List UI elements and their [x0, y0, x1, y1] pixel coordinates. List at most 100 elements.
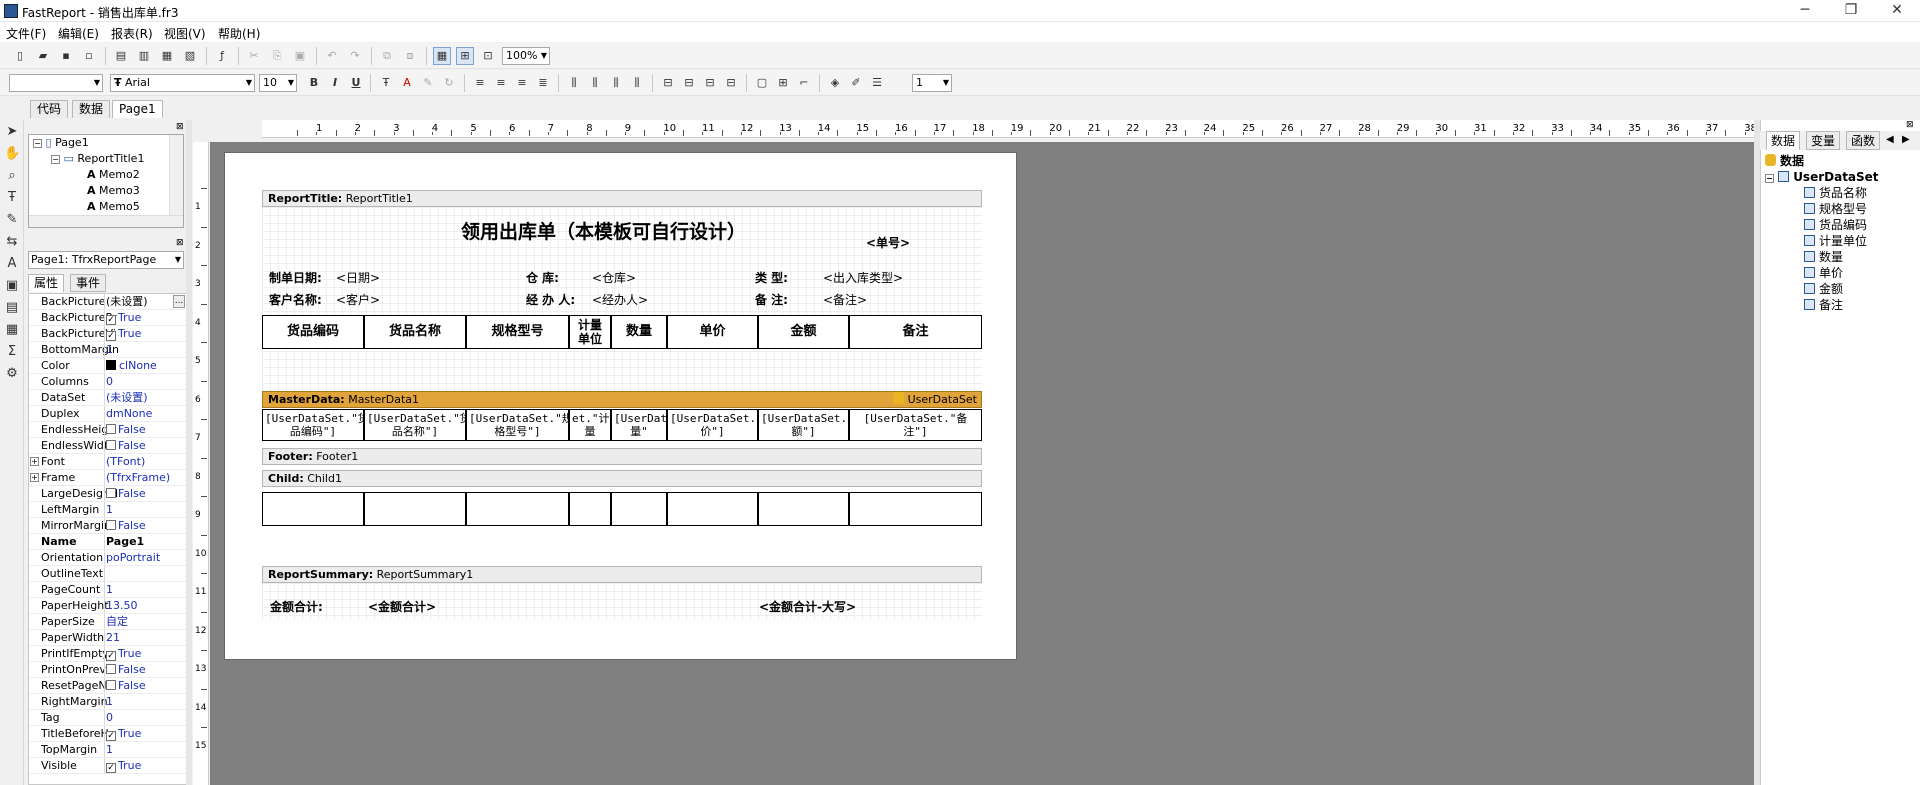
new-page-icon[interactable]: ▤	[112, 47, 130, 65]
data-root[interactable]: 数据	[1765, 153, 1804, 169]
memo-tool-icon[interactable]: A	[4, 256, 20, 272]
tab-data-tree[interactable]: 数据	[1766, 131, 1801, 150]
property-row[interactable]: TitleBeforeHe ✓ True	[29, 726, 187, 742]
tabs-prev-icon[interactable]: ◀	[1886, 134, 1894, 145]
tabs-next-icon[interactable]: ▶	[1902, 134, 1910, 145]
band-header-footer[interactable]: Footer: Footer1	[262, 448, 982, 465]
column-header[interactable]: 货品编码	[262, 315, 364, 349]
menu-help[interactable]: 帮助(H)	[218, 25, 260, 42]
tree-hscrollbar[interactable]	[29, 215, 183, 227]
format-painter-icon[interactable]: ✎	[4, 212, 20, 228]
close-button[interactable]: ✕	[1874, 0, 1920, 22]
data-cell[interactable]: [UserDataSet."货品编码"]	[262, 409, 364, 441]
object-selector[interactable]: Page1: TfrxReportPage ▼	[28, 251, 184, 269]
property-value[interactable]: ✓ True	[106, 646, 186, 661]
hand-tool-icon[interactable]: ✋	[4, 146, 20, 162]
property-row[interactable]: PaperWidth 21	[29, 630, 187, 646]
handler-label[interactable]: 经 办 人:	[526, 291, 575, 308]
property-value[interactable]: False	[106, 486, 186, 501]
doc-number-field[interactable]: <单号>	[866, 234, 910, 251]
checkbox-checked-icon[interactable]: ✓	[106, 651, 116, 661]
align-top-icon[interactable]: ⫼	[565, 74, 583, 92]
open-icon[interactable]: ▰	[34, 47, 52, 65]
page-settings-icon[interactable]: ▧	[181, 47, 199, 65]
dataset-field[interactable]: 货品名称	[1804, 185, 1867, 201]
align-to-grid-icon[interactable]: ⊞	[456, 47, 474, 65]
frame-top-icon[interactable]: ⊟	[659, 74, 677, 92]
property-value[interactable]: False	[106, 662, 186, 677]
child-cell[interactable]	[611, 492, 667, 526]
dataset-field[interactable]: 数量	[1804, 249, 1843, 265]
expand-icon[interactable]: +	[30, 473, 39, 482]
tree-close-icon[interactable]: ⊠	[176, 122, 184, 132]
property-row[interactable]: + Font (TFont)	[29, 454, 187, 470]
dataset-field[interactable]: 计量单位	[1804, 233, 1867, 249]
redo-icon[interactable]: ↷	[346, 47, 364, 65]
menu-file[interactable]: 文件(F)	[6, 25, 46, 42]
property-row[interactable]: PrintOnPrevio False	[29, 662, 187, 678]
band-tool-icon[interactable]: ⇆	[4, 234, 20, 250]
frame-width-combo[interactable]: 1 ▼	[912, 74, 952, 92]
property-value[interactable]: 0	[106, 710, 186, 725]
tab-data[interactable]: 数据	[72, 100, 111, 118]
child-cell[interactable]	[364, 492, 466, 526]
left-splitter[interactable]	[186, 120, 192, 785]
total-uppercase-field[interactable]: <金额合计-大写>	[759, 598, 856, 615]
dataset-field[interactable]: 备注	[1804, 297, 1843, 313]
property-row[interactable]: Duplex dmNone	[29, 406, 187, 422]
property-value[interactable]: clNone	[106, 358, 186, 373]
tree-node[interactable]: − ▭ ReportTitle1	[51, 151, 144, 167]
paste-icon[interactable]: ▣	[291, 47, 309, 65]
property-row[interactable]: LeftMargin 1	[29, 502, 187, 518]
frame-none-icon[interactable]: ⊞	[774, 74, 792, 92]
property-row[interactable]: EndlessWidth False	[29, 438, 187, 454]
column-header[interactable]: 数量	[611, 315, 667, 349]
property-value[interactable]: ✓ True	[106, 726, 186, 741]
panel-close-icon[interactable]: ⊠	[1906, 120, 1914, 130]
cut-icon[interactable]: ✂	[245, 47, 263, 65]
data-cell[interactable]: [UserDataSet."单价"]	[667, 409, 758, 441]
tree-vscrollbar[interactable]	[169, 135, 183, 215]
data-cell[interactable]: [UserDataSet."备注"]	[849, 409, 982, 441]
data-cell[interactable]: [UserDataSet."数量"	[611, 409, 667, 441]
property-row[interactable]: TopMargin 1	[29, 742, 187, 758]
warehouse-label[interactable]: 仓 库:	[526, 269, 559, 286]
remark-field[interactable]: <备注>	[823, 291, 867, 308]
tab-page1[interactable]: Page1	[112, 100, 163, 118]
font-color-icon[interactable]: A	[398, 74, 416, 92]
bold-icon[interactable]: B	[305, 74, 323, 92]
rotation-icon[interactable]: ↻	[440, 74, 458, 92]
undo-icon[interactable]: ↶	[323, 47, 341, 65]
property-row[interactable]: RightMargin 1	[29, 694, 187, 710]
dataset-field[interactable]: 金额	[1804, 281, 1843, 297]
property-value[interactable]: False	[106, 422, 186, 437]
tree-node[interactable]: A Memo2	[87, 167, 140, 183]
menu-report[interactable]: 报表(R)	[111, 25, 153, 42]
data-cell[interactable]: [UserDataSet."规格型号"]	[466, 409, 569, 441]
more-tools-icon[interactable]: ⚙	[4, 366, 20, 382]
warehouse-field[interactable]: <仓库>	[592, 269, 636, 286]
column-header[interactable]: 金额	[758, 315, 849, 349]
inspector-close-icon[interactable]: ⊠	[176, 238, 184, 248]
tab-properties[interactable]: 属性	[28, 274, 65, 292]
copy-icon[interactable]: ⎘	[268, 47, 286, 65]
crosstab-tool-icon[interactable]: ▦	[4, 322, 20, 338]
property-value[interactable]: 0	[106, 374, 186, 389]
sum-tool-icon[interactable]: Σ	[4, 344, 20, 360]
child-cell[interactable]	[667, 492, 758, 526]
save-icon[interactable]: ▪	[57, 47, 75, 65]
column-header[interactable]: 货品名称	[364, 315, 466, 349]
column-header[interactable]: 计量单位	[569, 315, 611, 349]
subreport-tool-icon[interactable]: ▤	[4, 300, 20, 316]
band-header-master-data[interactable]: MasterData: MasterData1 UserDataSet	[262, 391, 982, 408]
text-tool-icon[interactable]: Ŧ	[4, 190, 20, 206]
preview-icon[interactable]: ▫	[80, 47, 98, 65]
dataset-field[interactable]: 货品编码	[1804, 217, 1867, 233]
property-value[interactable]: 自定	[106, 614, 186, 629]
property-row[interactable]: Visible ✓ True	[29, 758, 187, 774]
maximize-button[interactable]: ❐	[1828, 0, 1874, 22]
customer-label[interactable]: 客户名称:	[269, 291, 322, 308]
style-combo[interactable]: ▼	[9, 74, 103, 92]
property-value[interactable]: False	[106, 678, 186, 693]
align-right-icon[interactable]: ≡	[513, 74, 531, 92]
